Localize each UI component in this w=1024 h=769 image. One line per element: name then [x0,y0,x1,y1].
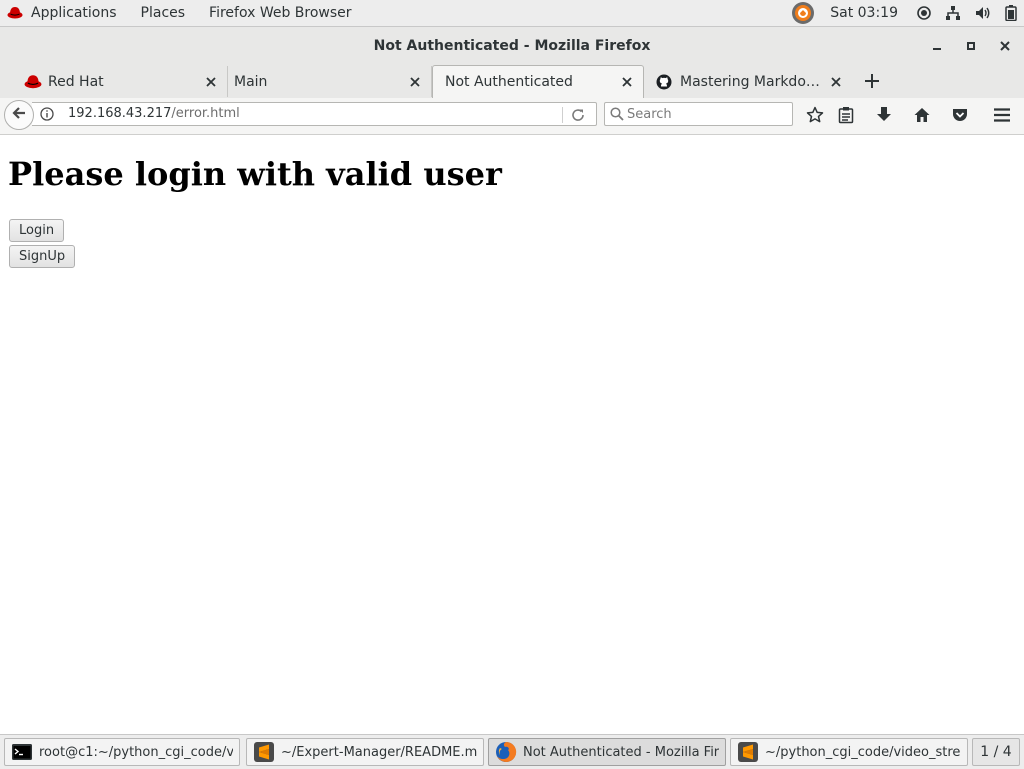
navigation-toolbar: 192.168.43.217/error.html [0,98,1024,135]
minimize-button[interactable] [928,37,946,55]
signup-button[interactable]: SignUp [9,245,76,268]
back-button[interactable] [4,100,34,130]
taskbar-item-firefox[interactable]: Not Authenticated - Mozilla Fire... [488,738,726,766]
taskbar-item-sublime-readme[interactable]: ~/Expert-Manager/README.md (... [246,738,484,766]
taskbar-item-label: Not Authenticated - Mozilla Fire... [523,744,719,760]
firefox-update-icon[interactable] [791,1,815,25]
url-text[interactable]: 192.168.43.217/error.html [68,106,240,121]
close-window-button[interactable] [996,37,1014,55]
page-content: Please login with valid user Login SignU… [0,135,1024,733]
places-label: Places [140,5,186,21]
window-titlebar[interactable]: Not Authenticated - Mozilla Firefox [0,27,1024,64]
active-app-label: Firefox Web Browser [209,5,352,21]
tab-label: Mastering Markdown ·... [680,73,824,90]
taskbar-item-terminal[interactable]: root@c1:~/python_cgi_code/vid... [4,738,240,766]
applications-menu[interactable]: Applications [0,0,129,26]
gnome-top-bar: Applications Places Firefox Web Browser … [0,0,1024,27]
firefox-icon [495,741,517,763]
window-list-taskbar: root@c1:~/python_cgi_code/vid... ~/Exper… [0,734,1024,769]
close-icon[interactable] [205,76,217,88]
search-box[interactable] [604,102,793,126]
sublime-text-icon [253,741,275,763]
github-icon [656,74,672,90]
status-area: Sat 03:19 [784,0,1024,26]
taskbar-item-sublime-video[interactable]: ~/python_cgi_code/video_strea... [730,738,968,766]
terminal-icon [11,741,33,763]
new-tab-button[interactable] [862,71,882,91]
pocket-icon[interactable] [950,105,970,125]
close-icon[interactable] [621,76,633,88]
places-menu[interactable]: Places [129,0,198,26]
tab-label: Main [234,73,268,90]
back-arrow-icon [11,105,27,125]
search-input[interactable] [627,104,787,124]
reader-list-icon[interactable] [836,105,856,125]
tab-label: Not Authenticated [445,74,573,90]
tab-label: Red Hat [48,73,104,90]
network-icon[interactable] [945,5,961,21]
active-app-menu[interactable]: Firefox Web Browser [197,0,364,26]
url-host: 192.168.43.217 [68,106,172,121]
redhat-icon [7,6,23,20]
bookmark-star-icon[interactable] [805,105,825,125]
taskbar-item-label: ~/Expert-Manager/README.md (... [281,744,477,760]
taskbar-item-label: root@c1:~/python_cgi_code/vid... [39,744,233,760]
url-path: /error.html [171,106,240,121]
window-title: Not Authenticated - Mozilla Firefox [373,37,651,54]
taskbar-item-label: ~/python_cgi_code/video_strea... [765,744,961,760]
page-heading: Please login with valid user [8,155,502,193]
record-icon[interactable] [917,6,931,20]
info-icon[interactable] [40,107,54,121]
reload-icon[interactable] [570,107,586,127]
tab-mastering-markdown[interactable]: Mastering Markdown ·... [644,66,852,97]
tab-not-authenticated[interactable]: Not Authenticated [432,65,644,98]
url-bar[interactable]: 192.168.43.217/error.html [32,102,597,126]
volume-icon[interactable] [975,5,991,21]
home-icon[interactable] [912,105,932,125]
download-icon[interactable] [874,105,894,125]
close-icon[interactable] [830,76,842,88]
workspace-indicator[interactable]: 1 / 4 [972,738,1020,766]
tab-red-hat[interactable]: Red Hat [12,66,228,97]
close-icon[interactable] [409,76,421,88]
maximize-button[interactable] [962,37,980,55]
applications-label: Applications [31,5,117,21]
search-icon [610,107,624,125]
battery-icon[interactable] [1005,5,1017,21]
tab-main[interactable]: Main [222,66,432,97]
login-button[interactable]: Login [9,219,65,242]
clock[interactable]: Sat 03:19 [830,5,898,21]
url-separator [562,107,563,123]
sublime-text-icon [737,741,759,763]
tab-strip: Red Hat Main Not Authenticated Mastering… [0,64,1024,99]
redhat-icon [24,74,42,90]
hamburger-menu-icon[interactable] [992,105,1012,125]
